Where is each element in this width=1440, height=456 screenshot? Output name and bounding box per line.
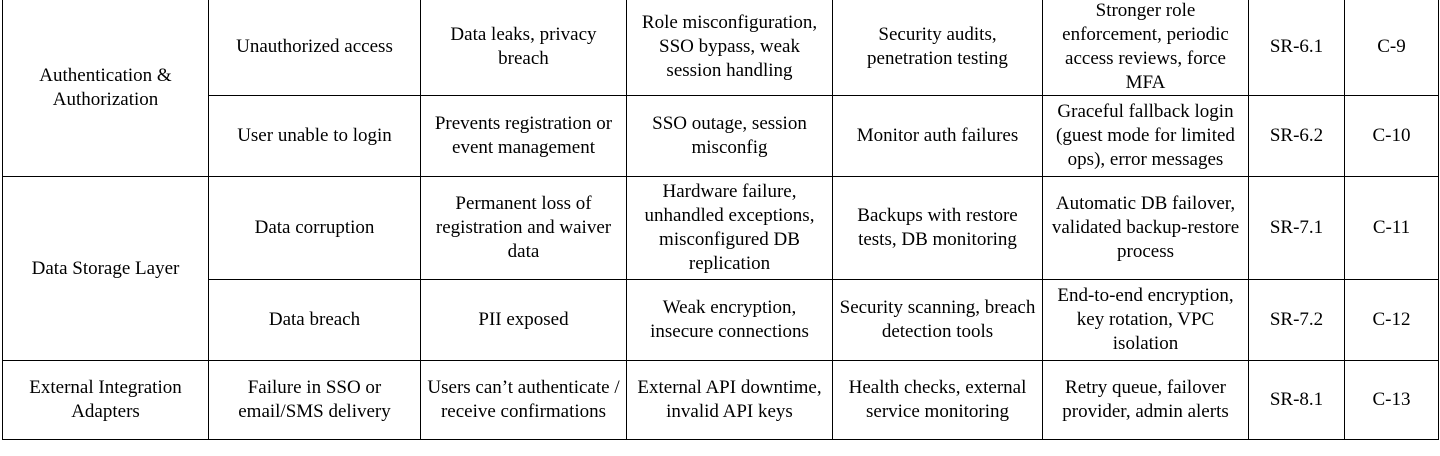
control-id-cell: C-9 [1344,0,1439,96]
control-id-cell: C-10 [1344,95,1439,177]
fmea-table: Authentication & Authorization Unauthori… [2,0,1439,440]
failure-mode-cell: Unauthorized access [208,0,421,96]
detection-cell: Monitor auth failures [832,95,1043,177]
table-row: Data Storage Layer Data corruption Perma… [2,176,1439,361]
detection-cell: Backups with restore tests, DB monitorin… [832,176,1043,280]
mitigation-cell: Graceful fallback login (guest mode for … [1042,95,1249,177]
mitigation-cell: Stronger role enforcement, periodic acce… [1042,0,1249,96]
effect-cell: Prevents registration or event managemen… [420,95,627,177]
cause-cell: SSO outage, session misconfig [626,95,833,177]
requirement-id-cell: SR-7.1 [1248,176,1345,280]
table-row: External Integration Adapters Failure in… [2,360,1439,440]
component-cell: Authentication & Authorization [2,0,209,177]
requirement-id-cell: SR-6.2 [1248,95,1345,177]
component-cell: External Integration Adapters [2,360,209,440]
effect-cell: Data leaks, privacy breach [420,0,627,96]
failure-mode-cell: Data corruption [208,176,421,280]
control-id-cell: C-13 [1344,360,1439,440]
cause-cell: Weak encryption, insecure connections [626,279,833,361]
detection-cell: Health checks, external service monitori… [832,360,1043,440]
detection-cell: Security audits, penetration testing [832,0,1043,96]
component-cell: Data Storage Layer [2,176,209,361]
detection-cell: Security scanning, breach detection tool… [832,279,1043,361]
failure-mode-cell: Failure in SSO or email/SMS delivery [208,360,421,440]
cause-cell: Role misconfiguration, SSO bypass, weak … [626,0,833,96]
requirement-id-cell: SR-7.2 [1248,279,1345,361]
table-row: Data breach PII exposed Weak encryption,… [3,279,1439,361]
mitigation-cell: End-to-end encryption, key rotation, VPC… [1042,279,1249,361]
effect-cell: Users can’t authenticate / receive confi… [420,360,627,440]
failure-mode-cell: User unable to login [208,95,421,177]
effect-cell: PII exposed [420,279,627,361]
cause-cell: External API downtime, invalid API keys [626,360,833,440]
control-id-cell: C-12 [1344,279,1439,361]
table-row: User unable to login Prevents registrati… [3,95,1439,177]
effect-cell: Permanent loss of registration and waive… [420,176,627,280]
table-row: Authentication & Authorization Unauthori… [2,0,1439,177]
mitigation-cell: Automatic DB failover, validated backup-… [1042,176,1249,280]
cause-cell: Hardware failure, unhandled exceptions, … [626,176,833,280]
control-id-cell: C-11 [1344,176,1439,280]
failure-mode-cell: Data breach [208,279,421,361]
requirement-id-cell: SR-8.1 [1248,360,1345,440]
mitigation-cell: Retry queue, failover provider, admin al… [1042,360,1249,440]
requirement-id-cell: SR-6.1 [1248,0,1345,96]
